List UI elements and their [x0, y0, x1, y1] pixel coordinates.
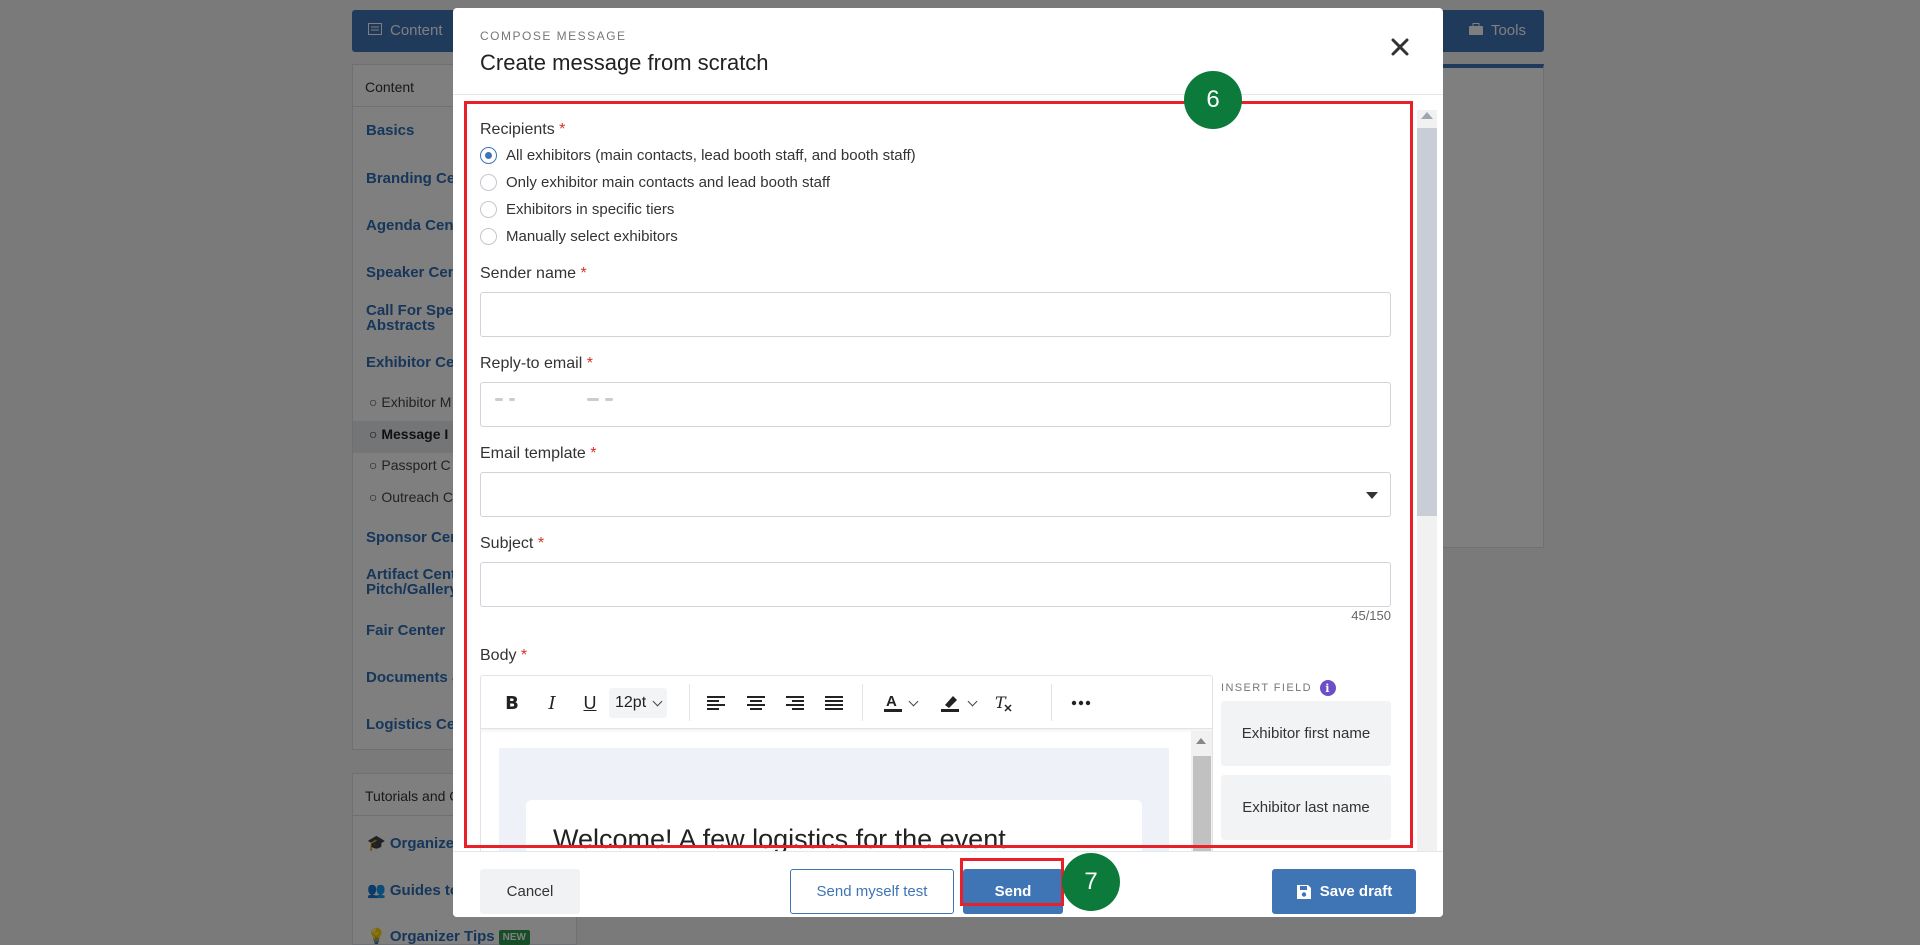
body-label: Body *: [480, 647, 528, 664]
chevron-down-icon: [652, 696, 663, 706]
recipient-option-main-contacts[interactable]: Only exhibitor main contacts and lead bo…: [480, 174, 830, 191]
compose-message-modal: COMPOSE MESSAGE Create message from scra…: [453, 8, 1443, 917]
email-template-label: Email template *: [480, 445, 597, 462]
subject-input[interactable]: [480, 562, 1391, 607]
bold-icon: 𝗕: [505, 692, 519, 713]
font-size-select[interactable]: 12pt: [609, 688, 668, 718]
sender-name-input[interactable]: [480, 292, 1391, 337]
radio-button[interactable]: [480, 201, 497, 218]
reply-to-email-redacted-value: [495, 394, 695, 404]
recipient-option-all[interactable]: All exhibitors (main contacts, lead boot…: [480, 147, 916, 164]
align-left-icon: [707, 696, 725, 710]
floppy-disk-icon: [1296, 884, 1311, 899]
recipient-option-tiers[interactable]: Exhibitors in specific tiers: [480, 201, 674, 218]
highlight-color-button[interactable]: [934, 689, 982, 717]
text-color-icon: A: [883, 693, 902, 712]
align-right-button[interactable]: [782, 689, 808, 717]
step-badge-6: 6: [1184, 71, 1242, 129]
clear-formatting-button[interactable]: T: [990, 689, 1016, 717]
text-color-button[interactable]: A: [876, 689, 924, 717]
insert-field-exhibitor-first-name[interactable]: Exhibitor first name: [1221, 701, 1391, 766]
recipient-option-manual[interactable]: Manually select exhibitors: [480, 228, 678, 245]
highlighter-icon: [940, 696, 959, 712]
cancel-button[interactable]: Cancel: [480, 869, 580, 914]
align-center-icon: [747, 696, 765, 710]
modal-scrollbar-thumb[interactable]: [1417, 128, 1437, 516]
modal-header: COMPOSE MESSAGE Create message from scra…: [453, 8, 1443, 95]
more-horizontal-icon: [1071, 700, 1091, 706]
align-right-icon: [786, 696, 804, 710]
radio-button[interactable]: [480, 228, 497, 245]
subject-label: Subject *: [480, 535, 545, 552]
reply-to-email-label: Reply-to email *: [480, 355, 593, 372]
body-editor[interactable]: 𝗕 I U 12pt A T Welcome! A few logistics …: [480, 675, 1213, 851]
italic-icon: I: [548, 692, 556, 714]
underline-icon: U: [583, 692, 597, 713]
email-preview-heading: Welcome! A few logistics for the event: [553, 824, 1006, 851]
recipients-label: Recipients *: [480, 121, 566, 138]
editor-scrollbar-thumb[interactable]: [1193, 756, 1211, 851]
radio-button[interactable]: [480, 147, 497, 164]
modal-title: Create message from scratch: [480, 50, 769, 75]
editor-toolbar: 𝗕 I U 12pt A T: [481, 676, 1212, 729]
info-icon[interactable]: i: [1319, 680, 1336, 696]
email-template-select[interactable]: [480, 472, 1391, 517]
justify-icon: [825, 696, 843, 710]
clear-formatting-icon: T: [995, 693, 1012, 712]
chevron-down-icon: [908, 696, 918, 706]
align-center-button[interactable]: [743, 689, 769, 717]
save-draft-button[interactable]: Save draft: [1272, 869, 1416, 914]
more-options-button[interactable]: [1066, 689, 1096, 717]
italic-button[interactable]: I: [539, 689, 565, 717]
svg-text:A: A: [886, 693, 897, 710]
insert-field-exhibitor-last-name[interactable]: Exhibitor last name: [1221, 775, 1391, 840]
modal-eyebrow: COMPOSE MESSAGE: [480, 29, 627, 43]
chevron-down-icon: [967, 696, 977, 706]
modal-footer: Cancel Send myself test Send Save draft: [453, 851, 1443, 917]
radio-button[interactable]: [480, 174, 497, 191]
scroll-up-arrow-icon[interactable]: [1421, 112, 1433, 119]
close-button[interactable]: [1384, 31, 1416, 63]
align-left-button[interactable]: [703, 689, 729, 717]
step-badge-7: 7: [1062, 853, 1120, 911]
svg-text:T: T: [995, 693, 1007, 712]
modal-body: Recipients * All exhibitors (main contac…: [453, 96, 1443, 851]
reply-to-email-input[interactable]: [480, 382, 1391, 427]
bold-button[interactable]: 𝗕: [499, 689, 525, 717]
sender-name-label: Sender name *: [480, 265, 587, 282]
subject-char-count: 45/150: [1351, 608, 1391, 623]
justify-button[interactable]: [821, 689, 847, 717]
insert-field-heading: INSERT FIELD i: [1221, 680, 1336, 696]
send-myself-test-button[interactable]: Send myself test: [790, 869, 954, 914]
caret-down-icon: [1366, 492, 1378, 499]
underline-button[interactable]: U: [577, 689, 603, 717]
close-icon: [1391, 38, 1409, 56]
scroll-up-arrow-icon[interactable]: [1196, 738, 1206, 744]
send-button[interactable]: Send: [963, 869, 1063, 914]
